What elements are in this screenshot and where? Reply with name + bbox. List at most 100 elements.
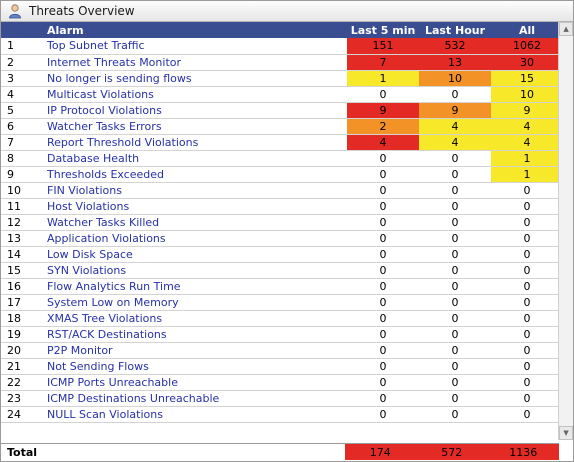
user-shield-icon [7, 3, 23, 19]
table-row[interactable]: 3 No longer is sending flows 1 10 15 [1, 70, 559, 87]
row-number: 9 [1, 166, 43, 183]
last-5-min-value: 0 [347, 406, 419, 423]
table-row[interactable]: 20 P2P Monitor 0 0 0 [1, 342, 559, 359]
last-hour-value: 0 [419, 198, 491, 215]
alarm-link[interactable]: RST/ACK Destinations [43, 326, 347, 343]
last-5-min-value: 0 [347, 294, 419, 311]
all-value: 0 [491, 198, 559, 215]
alarm-link[interactable]: Top Subnet Traffic [43, 38, 347, 55]
all-value: 0 [491, 390, 559, 407]
table-row[interactable]: 5 IP Protocol Violations 9 9 9 [1, 102, 559, 119]
last-hour-value: 0 [419, 166, 491, 183]
alarm-link[interactable]: Multicast Violations [43, 86, 347, 103]
alarm-link[interactable]: Database Health [43, 150, 347, 167]
table-row[interactable]: 8 Database Health 0 0 1 [1, 150, 559, 167]
header-alarm[interactable]: Alarm [43, 22, 347, 38]
all-value: 0 [491, 406, 559, 423]
total-last-hour: 572 [416, 444, 488, 460]
alarm-link[interactable]: ICMP Ports Unreachable [43, 374, 347, 391]
alarm-link[interactable]: XMAS Tree Violations [43, 310, 347, 327]
last-5-min-value: 2 [347, 118, 419, 135]
alarm-link[interactable]: Not Sending Flows [43, 358, 347, 375]
alarm-link[interactable]: P2P Monitor [43, 342, 347, 359]
last-hour-value: 0 [419, 86, 491, 103]
all-value: 1062 [491, 38, 559, 55]
table-row[interactable]: 12 Watcher Tasks Killed 0 0 0 [1, 214, 559, 231]
scroll-down-arrow-icon[interactable]: ▼ [559, 426, 574, 440]
header-all[interactable]: All [491, 22, 559, 38]
table-row[interactable]: 15 SYN Violations 0 0 0 [1, 262, 559, 279]
alarm-link[interactable]: Application Violations [43, 230, 347, 247]
table-row[interactable]: 7 Report Threshold Violations 4 4 4 [1, 134, 559, 151]
alarm-link[interactable]: Internet Threats Monitor [43, 54, 347, 71]
panel-title: Threats Overview [29, 4, 135, 18]
table-row[interactable]: 14 Low Disk Space 0 0 0 [1, 246, 559, 263]
row-number: 16 [1, 278, 43, 295]
alarm-link[interactable]: ICMP Destinations Unreachable [43, 390, 347, 407]
row-number: 11 [1, 198, 43, 215]
last-hour-value: 0 [419, 182, 491, 199]
alarm-table-body: 1 Top Subnet Traffic 151 532 1062 2 Internet T… [1, 38, 559, 423]
last-5-min-value: 0 [347, 198, 419, 215]
alarm-link[interactable]: Thresholds Exceeded [43, 166, 347, 183]
alarm-link[interactable]: SYN Violations [43, 262, 347, 279]
all-value: 15 [491, 70, 559, 87]
table-row[interactable]: 22 ICMP Ports Unreachable 0 0 0 [1, 374, 559, 391]
header-last-hour[interactable]: Last Hour [419, 22, 491, 38]
last-5-min-value: 0 [347, 310, 419, 327]
last-hour-value: 0 [419, 262, 491, 279]
all-value: 0 [491, 294, 559, 311]
alarm-link[interactable]: FIN Violations [43, 182, 347, 199]
last-hour-value: 4 [419, 118, 491, 135]
panel-content: Alarm Last 5 min Last Hour All 1 Top Subn… [1, 22, 574, 440]
table-row[interactable]: 19 RST/ACK Destinations 0 0 0 [1, 326, 559, 343]
alarm-link[interactable]: Flow Analytics Run Time [43, 278, 347, 295]
row-number: 7 [1, 134, 43, 151]
last-5-min-value: 0 [347, 230, 419, 247]
table-header-row: Alarm Last 5 min Last Hour All [1, 22, 559, 38]
alarm-link[interactable]: Report Threshold Violations [43, 134, 347, 151]
row-number: 22 [1, 374, 43, 391]
all-value: 0 [491, 342, 559, 359]
all-value: 1 [491, 166, 559, 183]
alarm-link[interactable]: NULL Scan Violations [43, 406, 347, 423]
alarm-link[interactable]: Host Violations [43, 198, 347, 215]
last-hour-value: 0 [419, 310, 491, 327]
scroll-up-arrow-icon[interactable]: ▲ [559, 22, 574, 36]
last-hour-value: 0 [419, 342, 491, 359]
row-number: 20 [1, 342, 43, 359]
header-last-5-min[interactable]: Last 5 min [347, 22, 419, 38]
all-value: 4 [491, 118, 559, 135]
alarm-link[interactable]: Watcher Tasks Killed [43, 214, 347, 231]
last-hour-value: 0 [419, 150, 491, 167]
last-hour-value: 0 [419, 294, 491, 311]
table-row[interactable]: 24 NULL Scan Violations 0 0 0 [1, 406, 559, 423]
table-row[interactable]: 17 System Low on Memory 0 0 0 [1, 294, 559, 311]
alarm-link[interactable]: Watcher Tasks Errors [43, 118, 347, 135]
table-row[interactable]: 13 Application Violations 0 0 0 [1, 230, 559, 247]
vertical-scrollbar[interactable]: ▲ ▼ [558, 22, 574, 440]
table-row[interactable]: 9 Thresholds Exceeded 0 0 1 [1, 166, 559, 183]
last-hour-value: 4 [419, 134, 491, 151]
alarm-link[interactable]: IP Protocol Violations [43, 102, 347, 119]
alarm-link[interactable]: System Low on Memory [43, 294, 347, 311]
table-row[interactable]: 16 Flow Analytics Run Time 0 0 0 [1, 278, 559, 295]
table-row[interactable]: 2 Internet Threats Monitor 7 13 30 [1, 54, 559, 71]
last-5-min-value: 0 [347, 278, 419, 295]
table-row[interactable]: 11 Host Violations 0 0 0 [1, 198, 559, 215]
panel-titlebar: Threats Overview [1, 1, 573, 22]
table-row[interactable]: 18 XMAS Tree Violations 0 0 0 [1, 310, 559, 327]
table-row[interactable]: 10 FIN Violations 0 0 0 [1, 182, 559, 199]
table-row[interactable]: 6 Watcher Tasks Errors 2 4 4 [1, 118, 559, 135]
last-hour-value: 0 [419, 406, 491, 423]
all-value: 0 [491, 278, 559, 295]
alarm-link[interactable]: Low Disk Space [43, 246, 347, 263]
row-number: 23 [1, 390, 43, 407]
table-row[interactable]: 4 Multicast Violations 0 0 10 [1, 86, 559, 103]
table-row[interactable]: 23 ICMP Destinations Unreachable 0 0 0 [1, 390, 559, 407]
row-number: 5 [1, 102, 43, 119]
table-row[interactable]: 1 Top Subnet Traffic 151 532 1062 [1, 38, 559, 55]
alarm-link[interactable]: No longer is sending flows [43, 70, 347, 87]
row-number: 21 [1, 358, 43, 375]
table-row[interactable]: 21 Not Sending Flows 0 0 0 [1, 358, 559, 375]
